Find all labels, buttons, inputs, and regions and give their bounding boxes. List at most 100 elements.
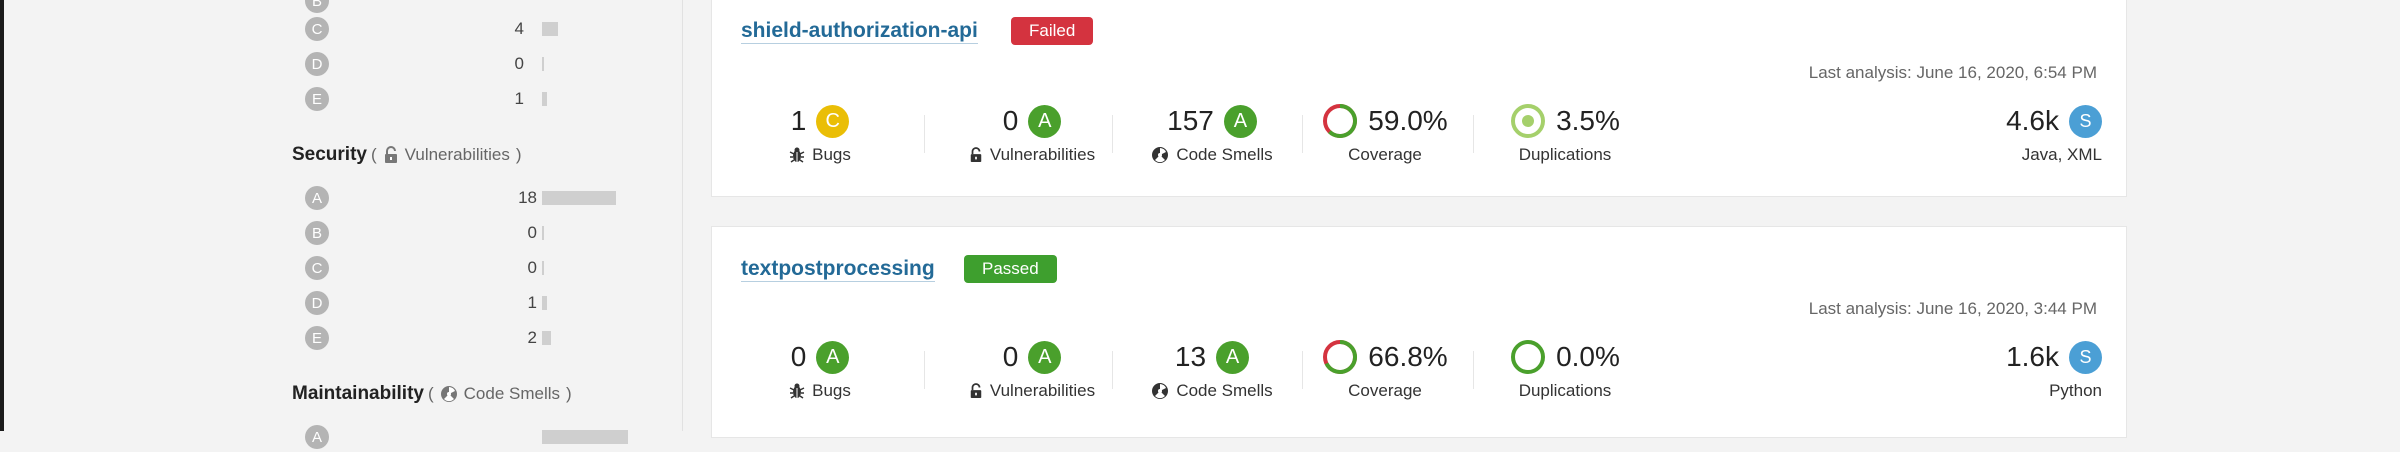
paren-open: ( — [427, 384, 434, 403]
vulnerabilities-rating: A — [1028, 104, 1062, 138]
coverage-donut — [1323, 104, 1358, 138]
vulnerabilities-value: 0 — [1002, 341, 1019, 372]
coverage-measure[interactable]: 66.8% Coverage — [1310, 337, 1460, 401]
lock-icon — [970, 147, 982, 162]
code-smell-icon — [1152, 383, 1169, 399]
duplications-value: 3.5% — [1556, 105, 1620, 136]
divider — [1473, 351, 1474, 389]
facet-bar — [542, 191, 616, 205]
bugs-rating: A — [816, 340, 850, 374]
facet-bar — [542, 22, 558, 36]
code-smells-label: Code Smells — [1176, 145, 1273, 164]
code-smells-measure[interactable]: 157 A Code Smells — [1132, 101, 1292, 165]
divider — [1112, 351, 1113, 389]
vulnerabilities-value: 0 — [1002, 105, 1019, 136]
coverage-label: Coverage — [1348, 145, 1422, 164]
divider — [1112, 115, 1113, 153]
facet-count: 0 — [527, 258, 537, 277]
facet-bar — [542, 226, 544, 240]
vulnerabilities-measure[interactable]: 0A Vulnerabilities — [952, 337, 1112, 401]
duplications-value: 0.0% — [1556, 341, 1620, 372]
vulnerabilities-measure[interactable]: 0A Vulnerabilities — [952, 101, 1112, 165]
code-smells-value: 157 — [1167, 105, 1214, 136]
maintainability-facet-subtitle: Code Smells — [463, 384, 561, 403]
maintainability-facet-title: Maintainability — [292, 383, 424, 404]
size-badge: S — [2069, 340, 2102, 374]
coverage-value: 66.8% — [1368, 341, 1448, 372]
duplications-label: Duplications — [1518, 145, 1612, 164]
reliability-facet-d[interactable]: D 0 — [4, 49, 624, 79]
project-name-link[interactable]: shield-authorization-api — [741, 19, 978, 44]
duplications-measure[interactable]: 3.5% Duplications — [1490, 101, 1640, 165]
security-facet-title: Security — [292, 144, 367, 165]
security-facet-b[interactable]: B 0 — [4, 218, 624, 248]
last-analysis-date: Last analysis: June 16, 2020, 3:44 PM — [1808, 299, 2097, 318]
reliability-facet-e[interactable]: E 1 — [4, 84, 624, 114]
divider — [1473, 115, 1474, 153]
grade-badge: E — [305, 326, 329, 350]
facet-bar — [542, 57, 544, 71]
code-smells-value: 13 — [1174, 341, 1207, 372]
facet-bar — [542, 430, 628, 444]
bugs-label: Bugs — [812, 381, 851, 400]
bugs-measure[interactable]: 1C Bugs — [760, 101, 880, 165]
grade-badge: E — [305, 87, 329, 111]
code-smells-label: Code Smells — [1176, 381, 1273, 400]
grade-badge: A — [305, 186, 329, 210]
coverage-measure[interactable]: 59.0% Coverage — [1310, 101, 1460, 165]
project-name-link[interactable]: textpostprocessing — [741, 257, 935, 282]
security-facet-c[interactable]: C 0 — [4, 253, 624, 283]
maintainability-facet-header[interactable]: Maintainability ( Code Smells ) — [292, 383, 572, 405]
duplications-donut — [1511, 104, 1546, 138]
bugs-value: 0 — [790, 341, 807, 372]
reliability-facet-c[interactable]: C 4 — [4, 14, 624, 44]
coverage-donut — [1323, 340, 1358, 374]
languages-label: Java, XML — [2021, 145, 2102, 164]
divider — [1302, 115, 1303, 153]
size-measure[interactable]: 4.6k S Java, XML — [1952, 101, 2102, 165]
facet-bar — [542, 261, 544, 275]
lock-icon — [970, 383, 982, 398]
security-facet-header[interactable]: Security ( Vulnerabilities ) — [292, 144, 522, 166]
grade-badge: D — [305, 52, 329, 76]
vulnerabilities-label: Vulnerabilities — [989, 145, 1096, 164]
paren-close: ) — [566, 384, 572, 403]
code-smell-icon — [440, 386, 457, 402]
bugs-label: Bugs — [812, 145, 851, 164]
size-value: 1.6k — [2006, 341, 2059, 372]
code-smells-rating: A — [1223, 104, 1257, 138]
code-smells-rating: A — [1216, 340, 1250, 374]
code-smells-measure[interactable]: 13 A Code Smells — [1132, 337, 1292, 401]
grade-badge: C — [305, 17, 329, 41]
project-card: textpostprocessing Passed Last analysis:… — [711, 226, 2127, 438]
grade-badge: D — [305, 291, 329, 315]
quality-gate-status: Passed — [964, 255, 1057, 283]
facet-count: 0 — [514, 54, 524, 73]
facet-bar — [542, 92, 547, 106]
duplications-measure[interactable]: 0.0% Duplications — [1490, 337, 1640, 401]
divider — [924, 115, 925, 153]
bug-icon — [789, 147, 805, 163]
grade-badge: B — [305, 221, 329, 245]
security-facet-a[interactable]: A 18 — [4, 183, 624, 213]
grade-badge: A — [305, 425, 329, 449]
maintainability-facet-a[interactable]: A — [4, 422, 628, 452]
vulnerabilities-label: Vulnerabilities — [989, 381, 1096, 400]
facet-count: 4 — [514, 19, 524, 38]
paren-open: ( — [370, 145, 377, 164]
bugs-rating: C — [816, 104, 850, 138]
project-card: shield-authorization-api Failed Last ana… — [711, 0, 2127, 197]
facet-count: 2 — [527, 328, 537, 347]
bug-icon — [789, 383, 805, 399]
security-facet-d[interactable]: D 1 — [4, 288, 624, 318]
bugs-value: 1 — [790, 105, 807, 136]
size-value: 4.6k — [2006, 105, 2059, 136]
size-badge: S — [2069, 104, 2102, 138]
grade-badge: B — [305, 0, 329, 13]
code-smell-icon — [1152, 147, 1169, 163]
bugs-measure[interactable]: 0A Bugs — [760, 337, 880, 401]
coverage-value: 59.0% — [1368, 105, 1448, 136]
size-measure[interactable]: 1.6k S Python — [1952, 337, 2102, 401]
quality-gate-status: Failed — [1011, 17, 1094, 45]
security-facet-e[interactable]: E 2 — [4, 323, 624, 353]
